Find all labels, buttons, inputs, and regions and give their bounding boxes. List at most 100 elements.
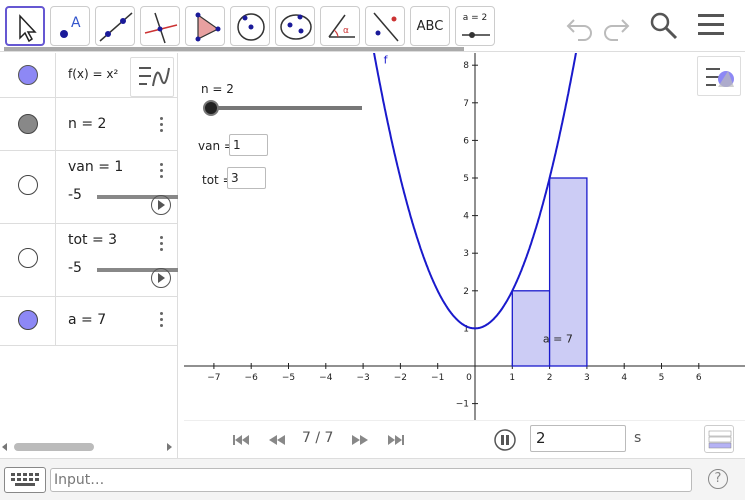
algebra-row-n[interactable]: n = 2 <box>0 98 178 151</box>
angle-icon: α <box>328 14 355 38</box>
y-tick-label: 3 <box>463 249 469 259</box>
speed-unit: s <box>634 430 642 446</box>
keyboard-button[interactable] <box>4 467 46 493</box>
visibility-marble[interactable] <box>18 310 38 330</box>
slider-n-handle[interactable] <box>203 100 219 116</box>
redo-icon[interactable] <box>600 10 632 46</box>
play-icon[interactable] <box>151 268 171 288</box>
text-tool[interactable]: ABC <box>410 6 450 46</box>
reflect-tool[interactable] <box>365 6 405 46</box>
visibility-marble[interactable] <box>18 175 38 195</box>
last-step-icon[interactable] <box>386 433 406 447</box>
search-icon[interactable] <box>648 10 680 46</box>
input-bar: Input… ? <box>0 458 745 500</box>
keyboard-icon <box>11 473 39 486</box>
algebra-row-tot[interactable]: tot = 3 -5 <box>0 224 178 297</box>
more-options-icon[interactable] <box>160 312 164 330</box>
slider-min-label: -5 <box>68 260 82 276</box>
algebra-row-a[interactable]: a = 7 <box>0 297 178 346</box>
graph-style-button[interactable] <box>130 57 174 97</box>
x-tick-label: −2 <box>394 373 407 383</box>
area-a-label: a = 7 <box>543 333 573 346</box>
x-tick-label: −3 <box>356 373 369 383</box>
slider-min-label: -5 <box>68 187 82 203</box>
animation-speed-input[interactable]: 2 <box>530 425 626 452</box>
reflect-icon <box>373 12 399 42</box>
previous-step-icon[interactable] <box>267 433 287 447</box>
circle-tool[interactable] <box>230 6 270 46</box>
graphics-view[interactable]: −7 −6 −5 −4 −3 −2 −1 0 1 2 3 4 5 6 8 7 6 5 4 3 2 1 −1 f a = 7 n … <box>184 53 745 458</box>
animation-bar: 7 / 7 2 s <box>184 420 745 458</box>
slider-tool[interactable]: a = 2 <box>455 6 495 46</box>
cursor-arrow-icon <box>19 14 37 43</box>
svg-text:α: α <box>343 26 349 36</box>
algebra-row-text[interactable]: a = 7 <box>68 312 106 328</box>
visibility-marble[interactable] <box>18 114 38 134</box>
slider-n[interactable] <box>201 98 371 118</box>
x-tick-label: 6 <box>696 373 702 383</box>
algebra-horizontal-scrollbar[interactable] <box>0 441 178 453</box>
algebra-row-text[interactable]: f(x) = x² <box>68 67 118 81</box>
ellipse-icon <box>280 14 312 40</box>
algebra-row-text[interactable]: n = 2 <box>68 116 106 132</box>
point-a-icon: A <box>60 15 81 38</box>
help-icon[interactable]: ? <box>708 469 728 489</box>
x-tick-label: 3 <box>584 373 590 383</box>
svg-text:A: A <box>71 15 81 31</box>
more-options-icon[interactable] <box>160 117 164 135</box>
visibility-marble[interactable] <box>18 65 38 85</box>
style-bar-icon <box>706 68 734 87</box>
toolbar-scroll-indicator <box>4 47 464 51</box>
move-tool[interactable] <box>5 6 45 46</box>
algebra-style-button[interactable] <box>704 425 734 453</box>
next-step-icon[interactable] <box>350 433 370 447</box>
x-tick-label: −4 <box>319 373 333 383</box>
x-tick-label: 1 <box>509 373 515 383</box>
graphics-style-button[interactable] <box>697 56 741 96</box>
slider-n-label: n = 2 <box>201 82 234 96</box>
pause-icon[interactable] <box>493 428 517 452</box>
riemann-bar[interactable] <box>511 290 551 367</box>
more-options-icon[interactable] <box>160 163 164 181</box>
algebra-row-text[interactable]: van = 1 <box>68 159 123 175</box>
scrollbar-thumb[interactable] <box>14 443 94 451</box>
text-tool-label: ABC <box>416 18 444 34</box>
y-tick-label: 2 <box>463 287 469 297</box>
first-step-icon[interactable] <box>231 433 251 447</box>
y-tick-label: 5 <box>463 174 469 184</box>
more-options-icon[interactable] <box>160 236 164 254</box>
function-f-label: f <box>384 53 389 66</box>
y-tick-label: −1 <box>456 400 469 410</box>
graph-style-icon <box>139 67 170 87</box>
perpendicular-line-tool[interactable] <box>140 6 180 46</box>
algebra-row-text[interactable]: tot = 3 <box>68 232 117 248</box>
undo-icon[interactable] <box>564 10 596 46</box>
angle-tool[interactable]: α <box>320 6 360 46</box>
x-tick-label: −6 <box>245 373 259 383</box>
x-tick-label: −1 <box>431 373 444 383</box>
polygon-icon <box>195 12 221 42</box>
algebra-input-field[interactable]: Input… <box>50 468 692 492</box>
polygon-tool[interactable] <box>185 6 225 46</box>
x-tick-label: −5 <box>282 373 295 383</box>
y-tick-label: 4 <box>463 212 469 222</box>
play-icon[interactable] <box>151 195 171 215</box>
y-tick-label: 6 <box>463 136 469 146</box>
y-tick-label: 7 <box>463 99 469 109</box>
menu-icon[interactable] <box>696 10 728 46</box>
slider-icon <box>462 32 490 38</box>
line-icon <box>99 12 133 42</box>
line-tool[interactable] <box>95 6 135 46</box>
toolbar: A α ABC a = 2 <box>0 0 745 52</box>
ellipse-tool[interactable] <box>275 6 315 46</box>
x-tick-label: 0 <box>466 373 472 383</box>
tot-input[interactable]: 3 <box>227 167 266 189</box>
van-input[interactable]: 1 <box>229 134 268 156</box>
x-tick-label: 5 <box>659 373 665 383</box>
algebra-input-icon <box>708 430 732 449</box>
point-tool[interactable]: A <box>50 6 90 46</box>
visibility-marble[interactable] <box>18 248 38 268</box>
algebra-row-van[interactable]: van = 1 -5 <box>0 151 178 224</box>
y-tick-label: 8 <box>463 61 469 71</box>
circle-icon <box>237 13 265 41</box>
